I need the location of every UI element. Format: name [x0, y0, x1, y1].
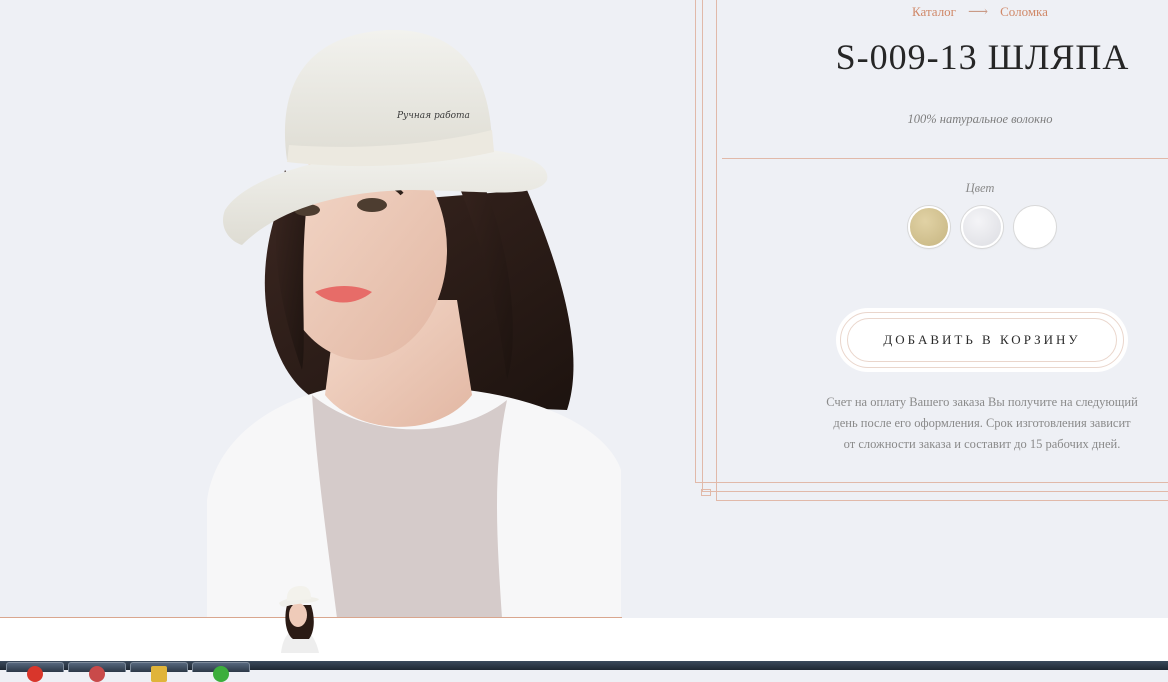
product-title: S-009-13 ШЛЯПА: [835, 37, 1130, 77]
taskbar-item[interactable]: [68, 662, 126, 682]
hatband-text: Ручная работа: [396, 110, 470, 121]
frame-corner-decoration: [701, 489, 711, 496]
payment-note: Счет на оплату Вашего заказа Вы получите…: [808, 392, 1156, 455]
color-swatch-white[interactable]: [1014, 206, 1056, 248]
folder-icon: [151, 666, 167, 682]
breadcrumb-category-link[interactable]: Соломка: [1000, 4, 1048, 20]
taskbar-item[interactable]: [130, 662, 188, 682]
breadcrumb-arrow-icon: ⟶: [968, 5, 989, 20]
product-thumbnail[interactable]: [273, 583, 325, 653]
taskbar-item[interactable]: [192, 662, 250, 682]
section-divider: [722, 158, 1168, 159]
green-app-icon: [213, 666, 229, 682]
breadcrumb-catalog-link[interactable]: Каталог: [912, 4, 956, 20]
add-to-cart-label: ДОБАВИТЬ В КОРЗИНУ: [847, 318, 1117, 362]
product-material: 100% натуральное волокно: [907, 112, 1053, 126]
color-swatch-light-grey[interactable]: [961, 206, 1003, 248]
breadcrumb: Каталог ⟶ Соломка: [840, 4, 1120, 21]
taskbar: [0, 661, 1168, 682]
color-label: Цвет: [965, 181, 995, 195]
payment-note-line: день после его оформления. Срок изготовл…: [833, 416, 1131, 430]
product-photo: Ручная работа: [207, 0, 621, 618]
red-app-icon: [27, 666, 43, 682]
payment-note-line: Счет на оплату Вашего заказа Вы получите…: [826, 395, 1138, 409]
bottom-strip: [0, 618, 1168, 661]
payment-note-line: от сложности заказа и составит до 15 раб…: [843, 437, 1121, 451]
app-icon: [89, 666, 105, 682]
color-swatch-beige[interactable]: [908, 206, 950, 248]
taskbar-item[interactable]: [6, 662, 64, 682]
add-to-cart-button[interactable]: ДОБАВИТЬ В КОРЗИНУ: [840, 312, 1124, 368]
